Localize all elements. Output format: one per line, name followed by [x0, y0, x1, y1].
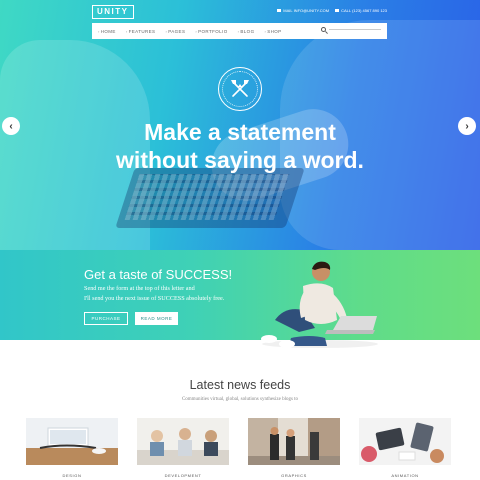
- person-with-laptop-image: [261, 261, 378, 348]
- hero-background-keyboard: [124, 174, 290, 220]
- mail-icon: [277, 9, 282, 12]
- phone-contact[interactable]: CALL (123) 4567 890 123: [335, 8, 387, 13]
- nav-item-label: PORTFOLIO: [198, 28, 228, 34]
- news-card-image[interactable]: [26, 418, 118, 465]
- nav-item-portfolio[interactable]: ›PORTFOLIO: [195, 29, 227, 34]
- news-card-graphics[interactable]: GRAPHICS: [248, 418, 340, 480]
- nav-item-features[interactable]: ›FEATURES: [126, 29, 156, 34]
- read-more-button[interactable]: READ MORE: [135, 312, 178, 325]
- hero-headline-line2: without saying a word.: [116, 147, 364, 173]
- news-card-design[interactable]: DESIGN: [26, 418, 118, 480]
- news-card-label: ANIMATION: [391, 473, 419, 478]
- nav-item-label: PAGES: [168, 28, 186, 34]
- cta-title: Get a taste of SUCCESS!: [84, 267, 233, 282]
- news-card-image[interactable]: [359, 418, 451, 465]
- nav-item-label: FEATURES: [128, 28, 156, 34]
- phone-icon: [335, 9, 340, 12]
- main-navigation: ›HOME ›FEATURES ›PAGES ›PORTFOLIO ›BLOG …: [92, 23, 387, 39]
- site-logo[interactable]: UNITY: [92, 5, 134, 19]
- nav-item-label: SHOP: [267, 28, 282, 34]
- search-icon[interactable]: [321, 27, 326, 32]
- nav-item-blog[interactable]: ›BLOG: [238, 29, 255, 34]
- email-contact[interactable]: MAIL INFO@UNITY.COM: [277, 8, 329, 13]
- hero-headline-line1: Make a statement: [144, 119, 336, 145]
- chevron-right-icon: ›: [125, 28, 128, 34]
- cta-banner: Get a taste of SUCCESS! Send me the form…: [0, 250, 480, 340]
- hero-slider: UNITY MAIL INFO@UNITY.COM CALL (123) 456…: [0, 0, 480, 250]
- phone-text: CALL (123) 4567 890 123: [341, 8, 387, 13]
- cta-description: Send me the form at the top of this lett…: [84, 284, 274, 304]
- search-box: [321, 27, 381, 32]
- hero-emblem: [218, 67, 262, 111]
- hero-headline: Make a statement without saying a word.: [0, 118, 480, 174]
- nav-item-label: HOME: [100, 28, 116, 34]
- cta-line1: Send me the form at the top of this lett…: [84, 285, 195, 292]
- news-card-image[interactable]: [248, 418, 340, 465]
- news-card-label: DEVELOPMENT: [164, 473, 202, 478]
- chevron-left-icon: ‹: [9, 120, 13, 132]
- chevron-right-icon: ›: [98, 28, 100, 34]
- chevron-right-icon: ›: [165, 28, 168, 34]
- email-text: MAIL INFO@UNITY.COM: [283, 8, 330, 13]
- news-card-image[interactable]: [137, 418, 229, 465]
- nav-item-pages[interactable]: ›PAGES: [165, 29, 185, 34]
- news-section-subtitle: Communities virtual, global, solutions s…: [181, 397, 299, 402]
- top-bar: UNITY MAIL INFO@UNITY.COM CALL (123) 456…: [92, 5, 387, 19]
- nav-item-shop[interactable]: ›SHOP: [264, 29, 281, 34]
- news-card-development[interactable]: DEVELOPMENT: [137, 418, 229, 480]
- slider-prev-button[interactable]: ‹: [2, 117, 20, 135]
- news-card-animation[interactable]: ANIMATION: [359, 418, 451, 480]
- nav-item-label: BLOG: [240, 28, 255, 34]
- search-input[interactable]: [329, 29, 381, 30]
- crossed-axes-icon: [231, 80, 249, 97]
- news-card-label: GRAPHICS: [281, 473, 307, 478]
- news-card-label: DESIGN: [62, 473, 82, 478]
- news-cards: DESIGN DEVELOPMENT GRAPHICS ANIMATION: [26, 418, 456, 480]
- chevron-right-icon: ›: [264, 28, 267, 34]
- slider-next-button[interactable]: ›: [458, 117, 476, 135]
- purchase-button[interactable]: PURCHASE: [84, 312, 128, 325]
- chevron-right-icon: ›: [195, 28, 198, 34]
- chevron-right-icon: ›: [465, 120, 469, 132]
- cta-line2: I'll send you the next issue of SUCCESS …: [84, 295, 225, 302]
- nav-item-home[interactable]: ›HOME: [98, 29, 116, 34]
- contact-info: MAIL INFO@UNITY.COM CALL (123) 4567 890 …: [277, 8, 387, 13]
- news-section-title: Latest news feeds: [189, 378, 291, 392]
